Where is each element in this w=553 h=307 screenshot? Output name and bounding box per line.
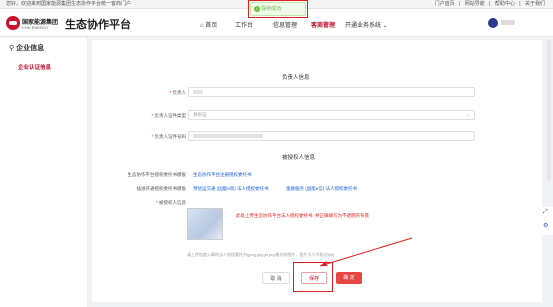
annotation-arrow — [319, 237, 413, 267]
side-tools: ⤢ ⚙ — [540, 207, 553, 235]
settings-icon[interactable]: ⚙ — [543, 222, 548, 229]
expand-icon[interactable]: ⤢ — [543, 209, 548, 216]
